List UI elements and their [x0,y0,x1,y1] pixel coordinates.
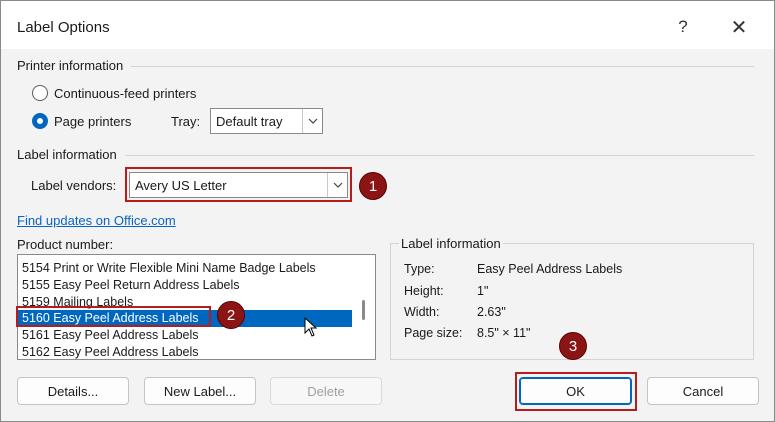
tray-value: Default tray [216,113,283,129]
scrollbar-thumb[interactable] [362,300,365,320]
chevron-down-icon[interactable] [302,109,322,133]
new-label-button[interactable]: New Label... [144,377,256,405]
list-item[interactable]: 5162 Easy Peel Address Labels [22,344,199,359]
tray-select[interactable]: Default tray [210,108,323,134]
list-item[interactable]: 5161 Easy Peel Address Labels [22,327,199,344]
close-button[interactable]: ✕ [719,11,759,43]
find-updates-link[interactable]: Find updates on Office.com [17,213,176,228]
annotation-badge-2: 2 [217,301,245,329]
label-info-heading: Label information [17,147,117,162]
help-button[interactable]: ? [663,11,703,43]
annotation-badge-3: 3 [559,332,587,360]
product-number-label: Product number: [17,237,114,252]
label-details-heading: Label information [399,236,503,251]
cancel-button[interactable]: Cancel [647,377,759,405]
list-item[interactable]: 5155 Easy Peel Return Address Labels [22,277,240,294]
label-options-dialog: Label Options ? ✕ Printer information Co… [0,0,775,422]
page-printers-radio[interactable]: Page printers [32,113,131,129]
radio-button[interactable] [32,85,48,101]
detail-key-type: Type: [404,262,435,276]
title-bar: Label Options ? ✕ [1,1,774,49]
list-scrollbar[interactable] [353,255,375,359]
annotation-badge-1: 1 [359,172,387,200]
printer-info-heading: Printer information [17,58,124,73]
continuous-feed-label: Continuous-feed printers [54,85,197,101]
annotation-highlight-vendors [125,167,352,202]
detail-key-width: Width: [404,305,440,319]
detail-value-page-size: 8.5" × 11" [477,326,531,340]
annotation-highlight-ok [515,372,637,411]
radio-button-checked[interactable] [32,113,48,129]
page-printers-label: Page printers [54,113,132,129]
mouse-pointer-icon [304,317,318,337]
separator [131,66,754,67]
details-button[interactable]: Details... [17,377,129,405]
detail-key-page-size: Page size: [404,326,463,340]
list-item[interactable]: 5154 Print or Write Flexible Mini Name B… [22,260,316,277]
label-vendors-label: Label vendors: [31,178,117,193]
detail-value-width: 2.63" [477,305,506,319]
continuous-feed-radio[interactable]: Continuous-feed printers [32,85,196,101]
detail-value-type: Easy Peel Address Labels [477,262,623,276]
dialog-title: Label Options [17,19,110,36]
detail-key-height: Height: [404,284,444,298]
annotation-highlight-product [16,306,211,327]
tray-label: Tray: [171,114,201,129]
detail-value-height: 1" [477,284,489,298]
separator [125,155,754,156]
delete-button[interactable]: Delete [270,377,382,405]
